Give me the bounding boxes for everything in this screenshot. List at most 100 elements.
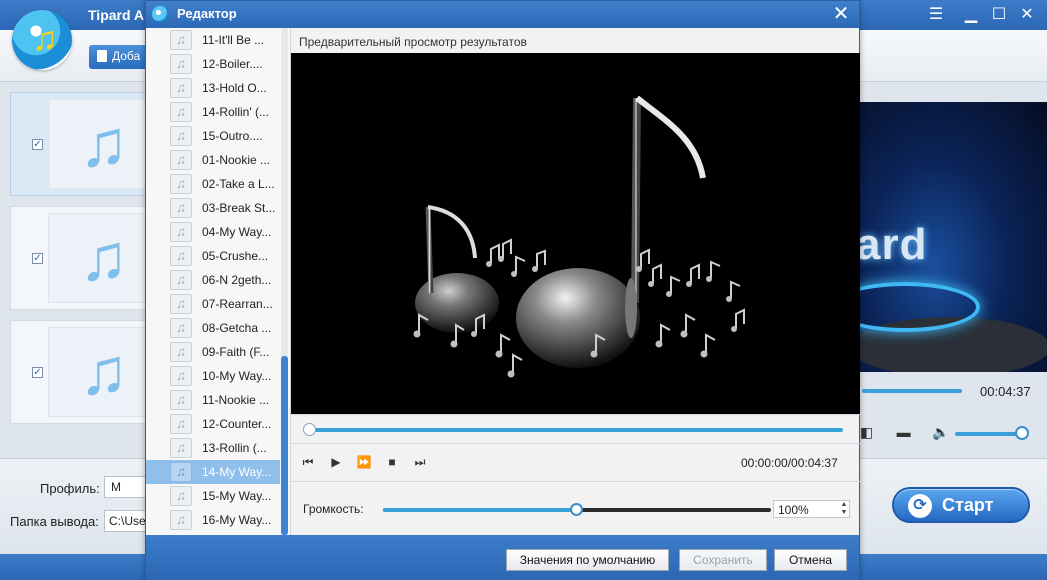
main-volume-knob[interactable]	[1015, 426, 1029, 440]
start-button[interactable]: ⟳ Старт	[892, 487, 1030, 523]
divider	[291, 443, 860, 444]
add-file-icon	[97, 50, 107, 62]
app-logo: ♫	[12, 10, 72, 70]
defaults-button[interactable]: Значения по умолчанию	[506, 549, 669, 571]
file-checkbox[interactable]: ✓	[32, 253, 43, 264]
add-file-button[interactable]: Доба	[89, 45, 149, 69]
track-item[interactable]: ♫ 14-Rollin' (...	[146, 100, 280, 124]
previous-icon[interactable]: ⏮	[299, 453, 317, 471]
output-folder-label: Папка вывода:	[10, 514, 99, 529]
audio-file-icon: ♫	[170, 150, 192, 170]
maximize-icon[interactable]: ☐	[988, 4, 1010, 26]
preview-label: Предварительный просмотр результатов	[299, 35, 527, 49]
main-progress-bar[interactable]	[862, 389, 962, 393]
track-item[interactable]: ♫ 08-Getcha ...	[146, 316, 280, 340]
dialog-app-icon	[152, 6, 168, 22]
music-note-icon: ♫	[79, 334, 129, 408]
divider	[291, 481, 860, 482]
track-item[interactable]: ♫ 01-Nookie ...	[146, 148, 280, 172]
audio-file-icon: ♫	[170, 198, 192, 218]
audio-file-icon: ♫	[170, 414, 192, 434]
track-item[interactable]: ♫ 16-My Way...	[146, 508, 280, 532]
volume-spin-arrows[interactable]: ▲ ▼	[839, 501, 849, 517]
file-checkbox[interactable]: ✓	[32, 139, 43, 150]
track-item[interactable]: ♫ 05-Crushe...	[146, 244, 280, 268]
timeline-knob[interactable]	[303, 423, 316, 436]
track-item[interactable]: ♫ 12-Counter...	[146, 412, 280, 436]
track-item[interactable]: ♫ 13-Hold O...	[146, 76, 280, 100]
track-item[interactable]: ♫ 15-Outro....	[146, 124, 280, 148]
track-name: 14-My Way...	[202, 465, 272, 479]
fast-forward-icon[interactable]: ⏩	[355, 453, 373, 471]
play-icon[interactable]: ▶	[327, 453, 345, 471]
dialog-title: Редактор	[177, 6, 237, 21]
volume-label: Громкость:	[303, 502, 364, 516]
dialog-close-icon[interactable]: ✕	[830, 2, 852, 26]
music-notes-art	[413, 95, 745, 378]
file-thumbnail: ♫	[48, 213, 147, 303]
stop-icon[interactable]: ■	[383, 453, 401, 471]
track-item[interactable]: ♫ 13-Rollin (...	[146, 436, 280, 460]
main-tool-icons: ◧ ▬	[860, 424, 911, 441]
track-item[interactable]: ♫ 10-My Way...	[146, 364, 280, 388]
main-volume-slider[interactable]	[955, 432, 1021, 436]
file-checkbox[interactable]: ✓	[32, 367, 43, 378]
track-name: 02-Take a L...	[202, 177, 275, 191]
folder-icon[interactable]: ▬	[897, 424, 911, 440]
track-name: 04-My Way...	[202, 225, 272, 239]
volume-knob[interactable]	[570, 503, 583, 516]
music-note-icon: ♫	[79, 220, 129, 294]
audio-file-icon: ♫	[170, 54, 192, 74]
profile-value: M	[111, 480, 121, 494]
track-name: 15-Outro....	[202, 129, 263, 143]
next-icon[interactable]: ⏭	[411, 453, 429, 471]
track-name: 11-Nookie ...	[202, 393, 270, 407]
timeline-slider[interactable]	[309, 428, 843, 432]
volume-slider-fill	[383, 508, 577, 512]
audio-file-icon: ♫	[170, 30, 192, 50]
file-row[interactable]: ✓ ♫	[10, 320, 147, 424]
track-name: 03-Break St...	[202, 201, 276, 215]
track-list-scroll-thumb[interactable]	[281, 356, 288, 535]
main-time-display: 00:04:37	[980, 384, 1031, 399]
track-item[interactable]: ♫ 14-My Way...	[146, 460, 280, 484]
profile-select[interactable]: M	[104, 476, 148, 498]
cancel-button[interactable]: Отмена	[774, 549, 847, 571]
track-name: 07-Rearran...	[202, 297, 273, 311]
start-label: Старт	[942, 495, 994, 515]
minimize-icon[interactable]: ▁	[960, 4, 982, 26]
track-item[interactable]: ♫ 12-Boiler....	[146, 52, 280, 76]
audio-file-icon: ♫	[170, 486, 192, 506]
close-app-icon[interactable]: ✕	[1016, 4, 1038, 26]
audio-file-icon: ♫	[170, 126, 192, 146]
menu-icon[interactable]: ☰	[925, 4, 947, 26]
main-volume-icon[interactable]: 🔈	[932, 424, 949, 441]
track-item[interactable]: ♫ 11-Nookie ...	[146, 388, 280, 412]
file-row[interactable]: ✓ ♫	[10, 206, 147, 310]
track-item[interactable]: ♫ 15-My Way...	[146, 484, 280, 508]
track-item[interactable]: ♫ 03-Break St...	[146, 196, 280, 220]
track-item[interactable]: ♫ 04-My Way...	[146, 220, 280, 244]
output-folder-field[interactable]: C:\Use	[104, 510, 148, 532]
dialog-titlebar: Редактор ✕	[146, 1, 859, 28]
audio-file-icon: ♫	[170, 294, 192, 314]
track-name: 13-Rollin (...	[202, 441, 267, 455]
track-name: 15-My Way...	[202, 489, 272, 503]
track-item[interactable]: ♫ 06-N 2geth...	[146, 268, 280, 292]
audio-file-icon: ♫	[170, 390, 192, 410]
audio-file-icon: ♫	[170, 102, 192, 122]
audio-file-icon: ♫	[170, 342, 192, 362]
audio-file-icon: ♫	[170, 222, 192, 242]
track-item[interactable]: ♫ 09-Faith (F...	[146, 340, 280, 364]
audio-file-icon: ♫	[170, 366, 192, 386]
file-row[interactable]: ✓ ♫	[10, 92, 147, 196]
output-folder-value: C:\Use	[109, 514, 146, 528]
track-item[interactable]: ♫ 07-Rearran...	[146, 292, 280, 316]
file-thumbnail: ♫	[48, 99, 147, 189]
track-item[interactable]: ♫ 02-Take a L...	[146, 172, 280, 196]
main-preview: ard	[860, 102, 1047, 372]
snapshot-icon[interactable]: ◧	[860, 424, 873, 440]
track-item[interactable]: ♫ 11-It'll Be ...	[146, 28, 280, 52]
save-button[interactable]: Сохранить	[679, 549, 767, 571]
track-name: 16-My Way...	[202, 513, 272, 527]
